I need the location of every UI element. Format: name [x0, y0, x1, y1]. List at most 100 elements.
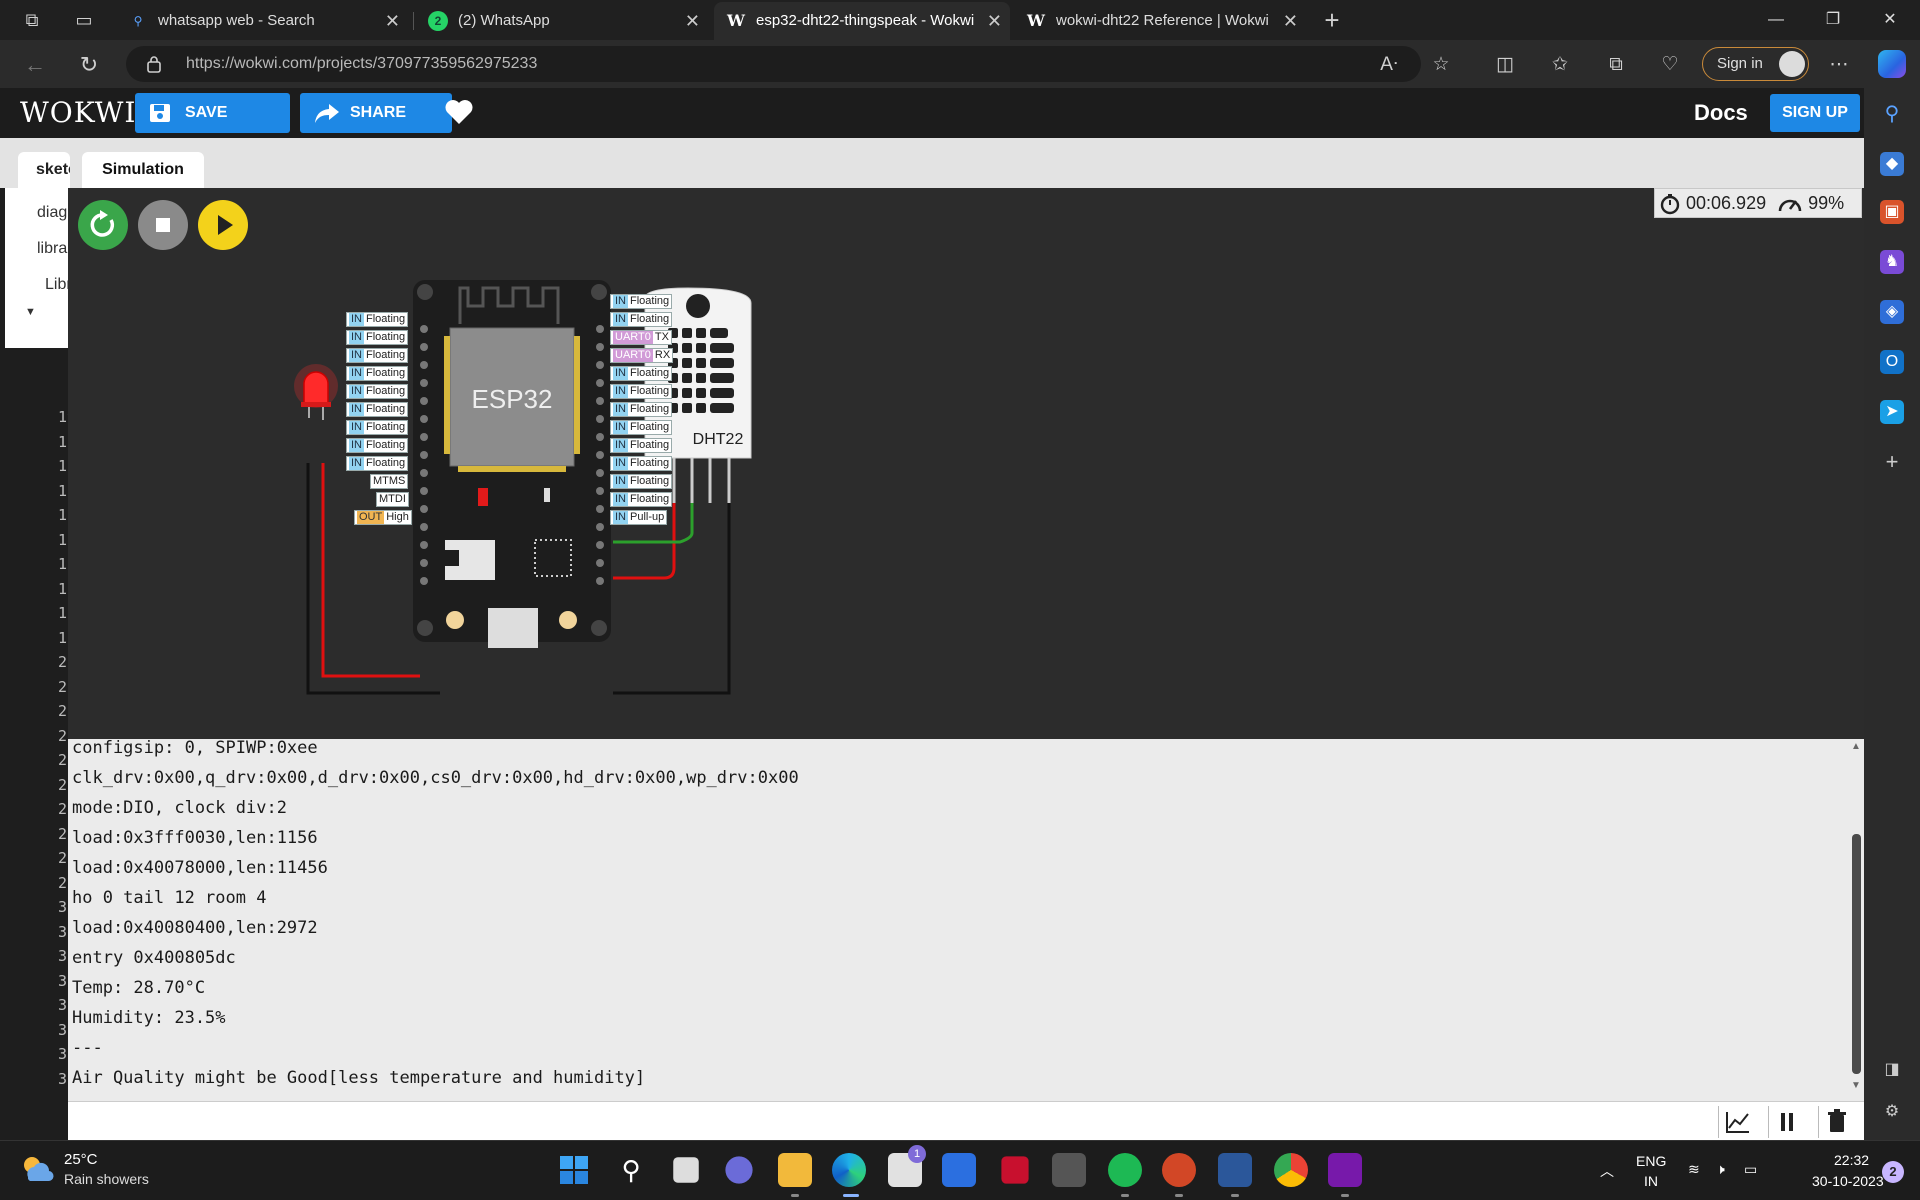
language-indicator[interactable]: ENG [1636, 1153, 1666, 1169]
collections-icon[interactable]: ⧉ [1603, 52, 1629, 78]
app-icon[interactable] [942, 1153, 976, 1187]
pin-state-tag: UART0 TX [610, 330, 672, 345]
wokwi-logo[interactable]: WOKWI [20, 96, 137, 129]
pin-state: Floating [366, 439, 406, 451]
close-window-icon[interactable]: ✕ [1862, 0, 1918, 40]
minimize-icon[interactable]: — [1748, 0, 1804, 40]
tab-label: whatsapp web - Search [158, 12, 315, 29]
file-diagram[interactable]: diagram.json [37, 204, 68, 222]
weather-description: Rain showers [64, 1171, 149, 1187]
favorite-star-icon[interactable]: ☆ [1428, 52, 1454, 78]
close-tab-icon[interactable]: ✕ [987, 2, 1002, 40]
pin-state-tag: IN Pull-up [610, 510, 668, 525]
chevron-down-icon[interactable]: ▼ [25, 306, 36, 318]
volume-icon[interactable]: 🕨 [1716, 1161, 1725, 1178]
start-menu-icon[interactable] [557, 1153, 591, 1187]
tab-simulation[interactable]: Simulation [82, 152, 204, 188]
pin-state-tag: IN Floating [346, 456, 409, 471]
pin-state: Floating [630, 493, 670, 505]
split-screen-icon[interactable]: ◫ [1492, 52, 1518, 78]
pause-button[interactable] [1768, 1106, 1804, 1138]
favorites-icon[interactable]: ✩ [1547, 52, 1573, 78]
sidebar-settings-icon[interactable]: ⚙ [1880, 1100, 1904, 1124]
close-tab-icon[interactable]: ✕ [685, 2, 700, 40]
powerpoint-icon[interactable] [1162, 1153, 1196, 1187]
tab-sketch[interactable]: sketch.ino [18, 152, 70, 188]
hide-sidebar-icon[interactable]: ◨ [1880, 1058, 1904, 1082]
onenote-icon[interactable] [1328, 1153, 1362, 1187]
spotify-icon[interactable] [1108, 1153, 1142, 1187]
shopping-tag-icon[interactable]: ◆ [1880, 152, 1904, 176]
tab-separator [413, 12, 414, 30]
games-icon[interactable]: ♞ [1880, 250, 1904, 274]
line-number: 2 [58, 800, 68, 818]
pin-state-tag: OUT High [354, 510, 412, 525]
battery-icon[interactable]: ▭ [1744, 1161, 1757, 1178]
search-icon[interactable]: ⚲ [1880, 102, 1904, 126]
line-number: 1 [58, 506, 68, 524]
microsoft-store-icon[interactable]: 1 [888, 1145, 926, 1187]
file-libraries[interactable]: libraries.txt [37, 240, 68, 258]
serial-line: Air Quality might be Good[less temperatu… [72, 1068, 646, 1088]
sign-in-button[interactable]: Sign in [1702, 47, 1809, 81]
browser-essentials-icon[interactable]: ♡ [1657, 52, 1683, 78]
edge-browser-icon[interactable] [832, 1153, 866, 1187]
copilot-icon[interactable] [1878, 50, 1906, 78]
workspaces-icon[interactable]: ⧉ [18, 6, 46, 34]
clear-button[interactable] [1818, 1106, 1854, 1138]
pin-state: Floating [366, 403, 406, 415]
scroll-down-icon[interactable]: ▼ [1850, 1080, 1862, 1091]
file-explorer-icon[interactable] [778, 1153, 812, 1187]
plotter-button[interactable] [1718, 1106, 1754, 1138]
file-library-manager[interactable]: Library Manager [45, 276, 68, 294]
restore-icon[interactable]: ❐ [1805, 0, 1861, 40]
tab-whatsapp[interactable]: 2 (2) WhatsApp ✕ [416, 2, 708, 40]
clock-time[interactable]: 22:32 [1834, 1152, 1869, 1168]
save-button[interactable]: SAVE ▼ [135, 93, 406, 133]
scrollbar-thumb[interactable] [1852, 834, 1861, 1074]
red-led[interactable] [294, 364, 338, 420]
chrome-icon[interactable] [1274, 1153, 1308, 1187]
heart-icon[interactable] [443, 96, 475, 128]
notification-badge[interactable]: 2 [1882, 1161, 1904, 1183]
tab-wokwi-docs[interactable]: W wokwi-dht22 Reference | Wokwi Docs ✕ [1014, 2, 1306, 40]
tab-bing-search[interactable]: ⚲ whatsapp web - Search ✕ [116, 2, 408, 40]
task-view-icon[interactable] [673, 1157, 699, 1183]
tools-icon[interactable]: ▣ [1880, 200, 1904, 224]
back-icon[interactable]: ← [20, 50, 50, 80]
serial-input[interactable] [68, 1102, 1716, 1141]
share-button[interactable]: SHARE [300, 93, 452, 133]
telegram-icon[interactable]: ➤ [1880, 400, 1904, 424]
wifi-icon[interactable]: ≋ [1688, 1161, 1700, 1178]
microsoft-365-icon[interactable]: ◈ [1880, 300, 1904, 324]
tab-wokwi-project[interactable]: W esp32-dht22-thingspeak - Wokwi ✕ [714, 2, 1010, 40]
close-tab-icon[interactable]: ✕ [385, 2, 400, 40]
pin-state: Floating [630, 403, 670, 415]
new-tab-icon[interactable]: + [1318, 6, 1346, 34]
docs-link[interactable]: Docs [1694, 88, 1748, 138]
vertical-tabs-icon[interactable]: ▭ [70, 6, 98, 34]
outlook-icon[interactable]: O [1880, 350, 1904, 374]
chart-icon [1726, 1112, 1749, 1133]
mcafee-icon[interactable] [1001, 1156, 1029, 1184]
url-field[interactable]: https://wokwi.com/projects/3709773595629… [126, 46, 1421, 82]
pin-state-tag: IN Floating [346, 312, 409, 327]
read-aloud-icon[interactable]: Aᐧ [1376, 52, 1402, 78]
wokwi-favicon-icon: W [727, 11, 745, 30]
clock-date[interactable]: 30-10-2023 [1812, 1173, 1884, 1189]
scroll-up-icon[interactable]: ▲ [1850, 741, 1862, 752]
search-icon[interactable]: ⚲ [614, 1153, 648, 1187]
teams-chat-icon[interactable] [725, 1156, 753, 1184]
sign-up-button[interactable]: SIGN UP [1770, 94, 1860, 132]
close-tab-icon[interactable]: ✕ [1283, 2, 1298, 40]
more-options-icon[interactable]: ⋯ [1826, 52, 1852, 78]
esp32-board[interactable]: ESP32 [413, 280, 611, 648]
chevron-up-icon[interactable]: ︿ [1600, 1161, 1614, 1181]
word-icon[interactable] [1218, 1153, 1252, 1187]
refresh-icon[interactable]: ↻ [74, 50, 104, 80]
pin-mode: IN [349, 349, 364, 362]
serial-scrollbar[interactable]: ▲ ▼ [1848, 739, 1864, 1094]
pin-state-tag: IN Floating [610, 420, 673, 435]
add-sidebar-app-icon[interactable]: + [1880, 450, 1904, 474]
camera-icon[interactable] [1052, 1153, 1086, 1187]
